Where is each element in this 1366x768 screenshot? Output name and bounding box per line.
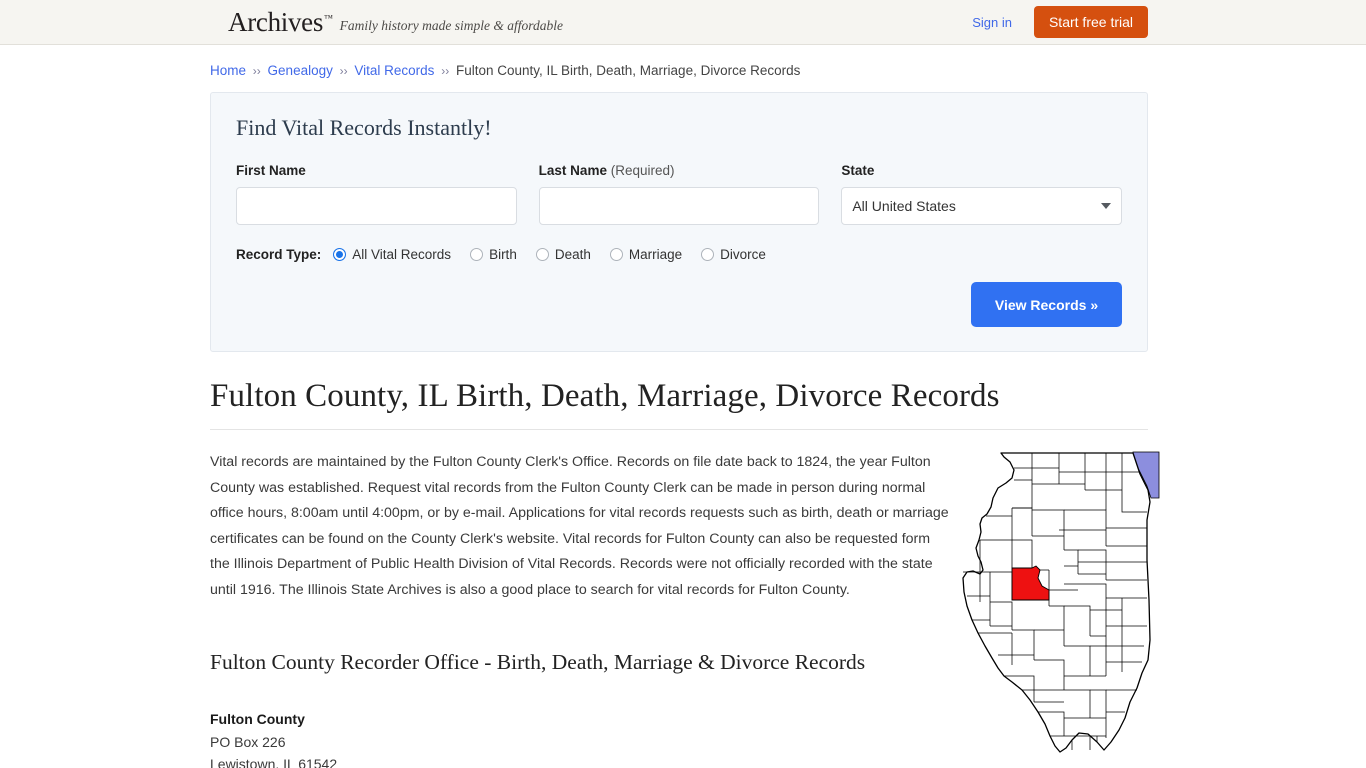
first-name-input[interactable] — [236, 187, 517, 225]
state-select-value: All United States — [852, 198, 956, 214]
last-name-label: Last Name (Required) — [539, 163, 820, 178]
office-name: Fulton County — [210, 711, 305, 727]
radio-label-all-vital-records: All Vital Records — [352, 247, 452, 262]
breadcrumb-separator: ›› — [441, 64, 450, 78]
radio-icon — [470, 248, 484, 261]
content-left-column: Vital records are maintained by the Fult… — [210, 450, 950, 768]
last-name-field-group: Last Name (Required) — [538, 163, 820, 225]
title-divider — [210, 429, 1148, 430]
radio-all-vital-records[interactable]: All Vital Records — [333, 247, 451, 262]
office-address-line-1: PO Box 226 — [210, 733, 286, 750]
breadcrumb-item-current: Fulton County, IL Birth, Death, Marriage… — [455, 63, 801, 78]
vital-records-search-panel: Find Vital Records Instantly! First Name… — [210, 92, 1148, 352]
radio-label-death: Death — [554, 247, 591, 262]
breadcrumb-separator: ›› — [339, 64, 348, 78]
start-free-trial-button[interactable]: Start free trial — [1033, 6, 1148, 38]
page-title: Fulton County, IL Birth, Death, Marriage… — [210, 378, 1000, 414]
first-name-label: First Name — [236, 163, 306, 178]
brand-name: Archives™ — [228, 6, 333, 37]
first-name-field-group: First Name — [236, 163, 517, 225]
intro-paragraph: Vital records are maintained by the Fult… — [210, 454, 949, 598]
illinois-county-map — [954, 450, 1160, 768]
illinois-map-svg — [962, 451, 1160, 753]
record-type-row: Record Type: All Vital Records Birth Dea… — [236, 247, 1122, 262]
breadcrumb-item-genealogy[interactable]: Genealogy — [268, 63, 333, 78]
content-area: Vital records are maintained by the Fult… — [210, 450, 1160, 768]
radio-icon — [535, 248, 549, 261]
radio-death[interactable]: Death — [535, 247, 591, 262]
state-field-group: State All United States — [841, 163, 1123, 225]
office-address-line-2: Lewistown, IL 61542 — [210, 756, 338, 768]
last-name-required-note: (Required) — [610, 163, 675, 178]
state-select[interactable]: All United States — [841, 187, 1123, 225]
recorder-office-subheading: Fulton County Recorder Office - Birth, D… — [210, 650, 866, 674]
radio-icon — [701, 248, 715, 261]
radio-divorce[interactable]: Divorce — [701, 247, 766, 262]
radio-icon — [609, 248, 623, 261]
radio-icon-checked — [333, 248, 347, 261]
state-select-wrapper: All United States — [841, 187, 1123, 225]
brand-tagline: Family history made simple & affordable — [339, 17, 563, 33]
state-label: State — [841, 163, 875, 178]
radio-birth[interactable]: Birth — [470, 247, 517, 262]
last-name-input[interactable] — [538, 187, 820, 225]
submit-row: View Records » — [236, 282, 1122, 327]
view-records-button[interactable]: View Records » — [971, 282, 1122, 327]
search-fields-row: First Name Last Name (Required) State Al… — [236, 163, 1123, 225]
radio-label-divorce: Divorce — [720, 247, 766, 262]
breadcrumb: Home ›› Genealogy ›› Vital Records ›› Fu… — [210, 45, 1148, 92]
sign-in-link[interactable]: Sign in — [972, 15, 1012, 30]
site-header: Archives™ Family history made simple & a… — [0, 0, 1366, 45]
radio-marriage[interactable]: Marriage — [609, 247, 683, 262]
breadcrumb-item-home[interactable]: Home — [210, 63, 246, 78]
breadcrumb-item-vital-records[interactable]: Vital Records — [354, 63, 434, 78]
header-actions: Sign in Start free trial — [972, 6, 1148, 38]
search-panel-title: Find Vital Records Instantly! — [236, 115, 492, 140]
brand-logo[interactable]: Archives™ Family history made simple & a… — [228, 6, 563, 37]
record-type-label: Record Type: — [236, 247, 322, 262]
page-container: Home ›› Genealogy ›› Vital Records ›› Fu… — [0, 45, 1366, 768]
header-inner: Archives™ Family history made simple & a… — [0, 6, 1366, 38]
radio-label-birth: Birth — [489, 247, 517, 262]
trademark-icon: ™ — [324, 12, 333, 23]
breadcrumb-separator: ›› — [252, 64, 261, 78]
office-contact-block: Fulton County PO Box 226 Lewistown, IL 6… — [210, 708, 950, 768]
radio-label-marriage: Marriage — [628, 247, 683, 262]
last-name-label-text: Last Name — [538, 163, 607, 178]
